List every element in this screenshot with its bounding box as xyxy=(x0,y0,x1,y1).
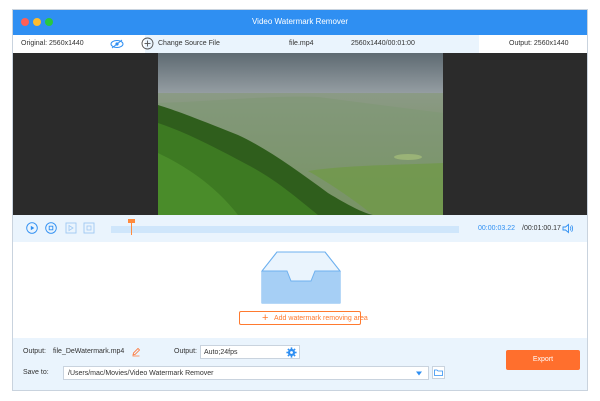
video-preview xyxy=(13,53,587,215)
landscape-image xyxy=(158,53,443,215)
output-file-label: Output: xyxy=(23,348,46,355)
dropdown-icon[interactable] xyxy=(415,370,423,377)
output-format-field[interactable]: Auto;24fps xyxy=(200,345,300,359)
export-button[interactable]: Export xyxy=(506,350,580,370)
stop-icon[interactable] xyxy=(45,222,57,234)
video-frame xyxy=(158,53,443,215)
file-info: 2560x1440/00:01:00 xyxy=(351,40,415,47)
playhead[interactable] xyxy=(131,221,133,235)
app-window: Video Watermark Remover Original: 2560x1… xyxy=(12,9,588,391)
clip-start-icon[interactable] xyxy=(65,222,77,234)
window-title: Video Watermark Remover xyxy=(251,17,349,26)
output-format-label: Output: xyxy=(174,348,197,355)
add-watermark-area-label: Add watermark removing area xyxy=(274,315,368,322)
title-bar: Video Watermark Remover xyxy=(13,10,587,35)
play-icon[interactable] xyxy=(26,222,38,234)
timeline-bar: 00:00:03.22 /00:01:00.17 xyxy=(13,215,587,242)
save-path-value: /Users/mac/Movies/Video Watermark Remove… xyxy=(68,370,214,377)
eye-off-icon[interactable] xyxy=(110,39,124,49)
save-path-field[interactable]: /Users/mac/Movies/Video Watermark Remove… xyxy=(63,366,429,380)
clip-end-icon[interactable] xyxy=(83,222,95,234)
source-info-bar: Original: 2560x1440 Change Source File f… xyxy=(13,35,587,53)
gear-icon[interactable] xyxy=(286,347,297,358)
original-tab: Original: 2560x1440 xyxy=(13,35,145,53)
volume-icon[interactable] xyxy=(562,223,574,234)
file-name: file.mp4 xyxy=(289,40,314,47)
output-resolution: Output: 2560x1440 xyxy=(509,40,569,47)
change-source-file-link[interactable]: Change Source File xyxy=(158,40,220,47)
output-file-name: file_DeWatermark.mp4 xyxy=(53,348,125,355)
edit-icon[interactable] xyxy=(131,347,141,357)
output-settings-bar: Output: file_DeWatermark.mp4 Output: Aut… xyxy=(13,338,587,390)
add-watermark-area-button[interactable]: + Add watermark removing area xyxy=(239,311,368,325)
original-resolution: Original: 2560x1440 xyxy=(21,40,84,47)
output-format-value: Auto;24fps xyxy=(204,349,238,356)
folder-icon xyxy=(434,369,443,376)
watermark-area-panel: + Add watermark removing area xyxy=(13,242,587,338)
output-tab: Output: 2560x1440 xyxy=(479,35,587,53)
open-folder-button[interactable] xyxy=(432,366,445,379)
plus-circle-icon[interactable] xyxy=(141,37,154,50)
total-time: /00:01:00.17 xyxy=(522,225,561,232)
current-time: 00:00:03.22 xyxy=(478,225,515,232)
save-to-label: Save to: xyxy=(23,369,49,376)
timeline-track[interactable] xyxy=(111,226,459,233)
plus-icon: + xyxy=(262,312,269,324)
tray-icon xyxy=(261,251,341,304)
